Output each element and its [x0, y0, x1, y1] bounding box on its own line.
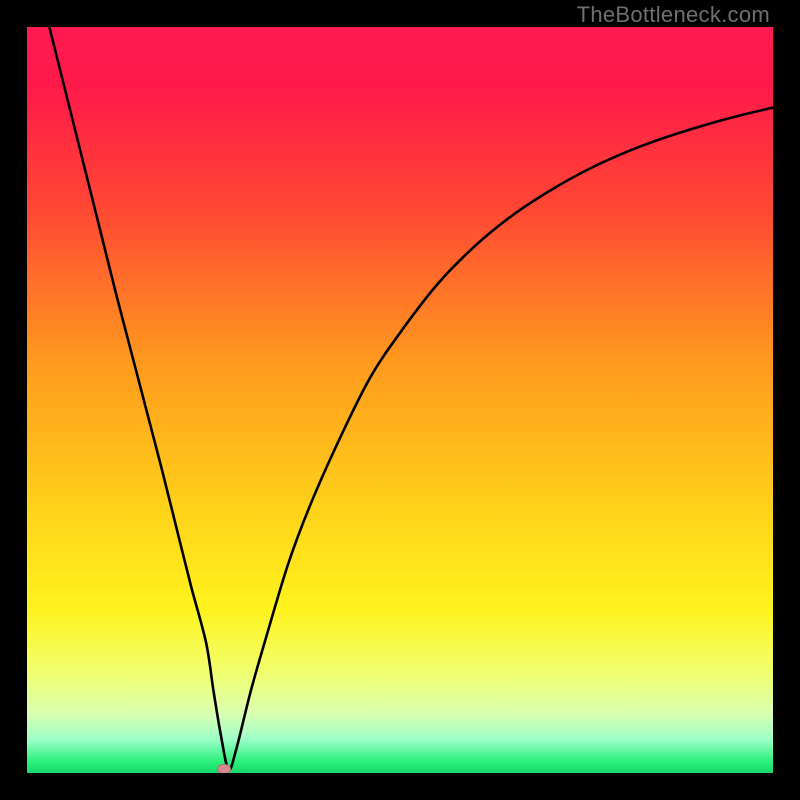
- watermark-text: TheBottleneck.com: [577, 2, 770, 28]
- bottleneck-curve: [27, 27, 773, 773]
- plot-area: [27, 27, 773, 773]
- minimum-marker: [217, 764, 231, 773]
